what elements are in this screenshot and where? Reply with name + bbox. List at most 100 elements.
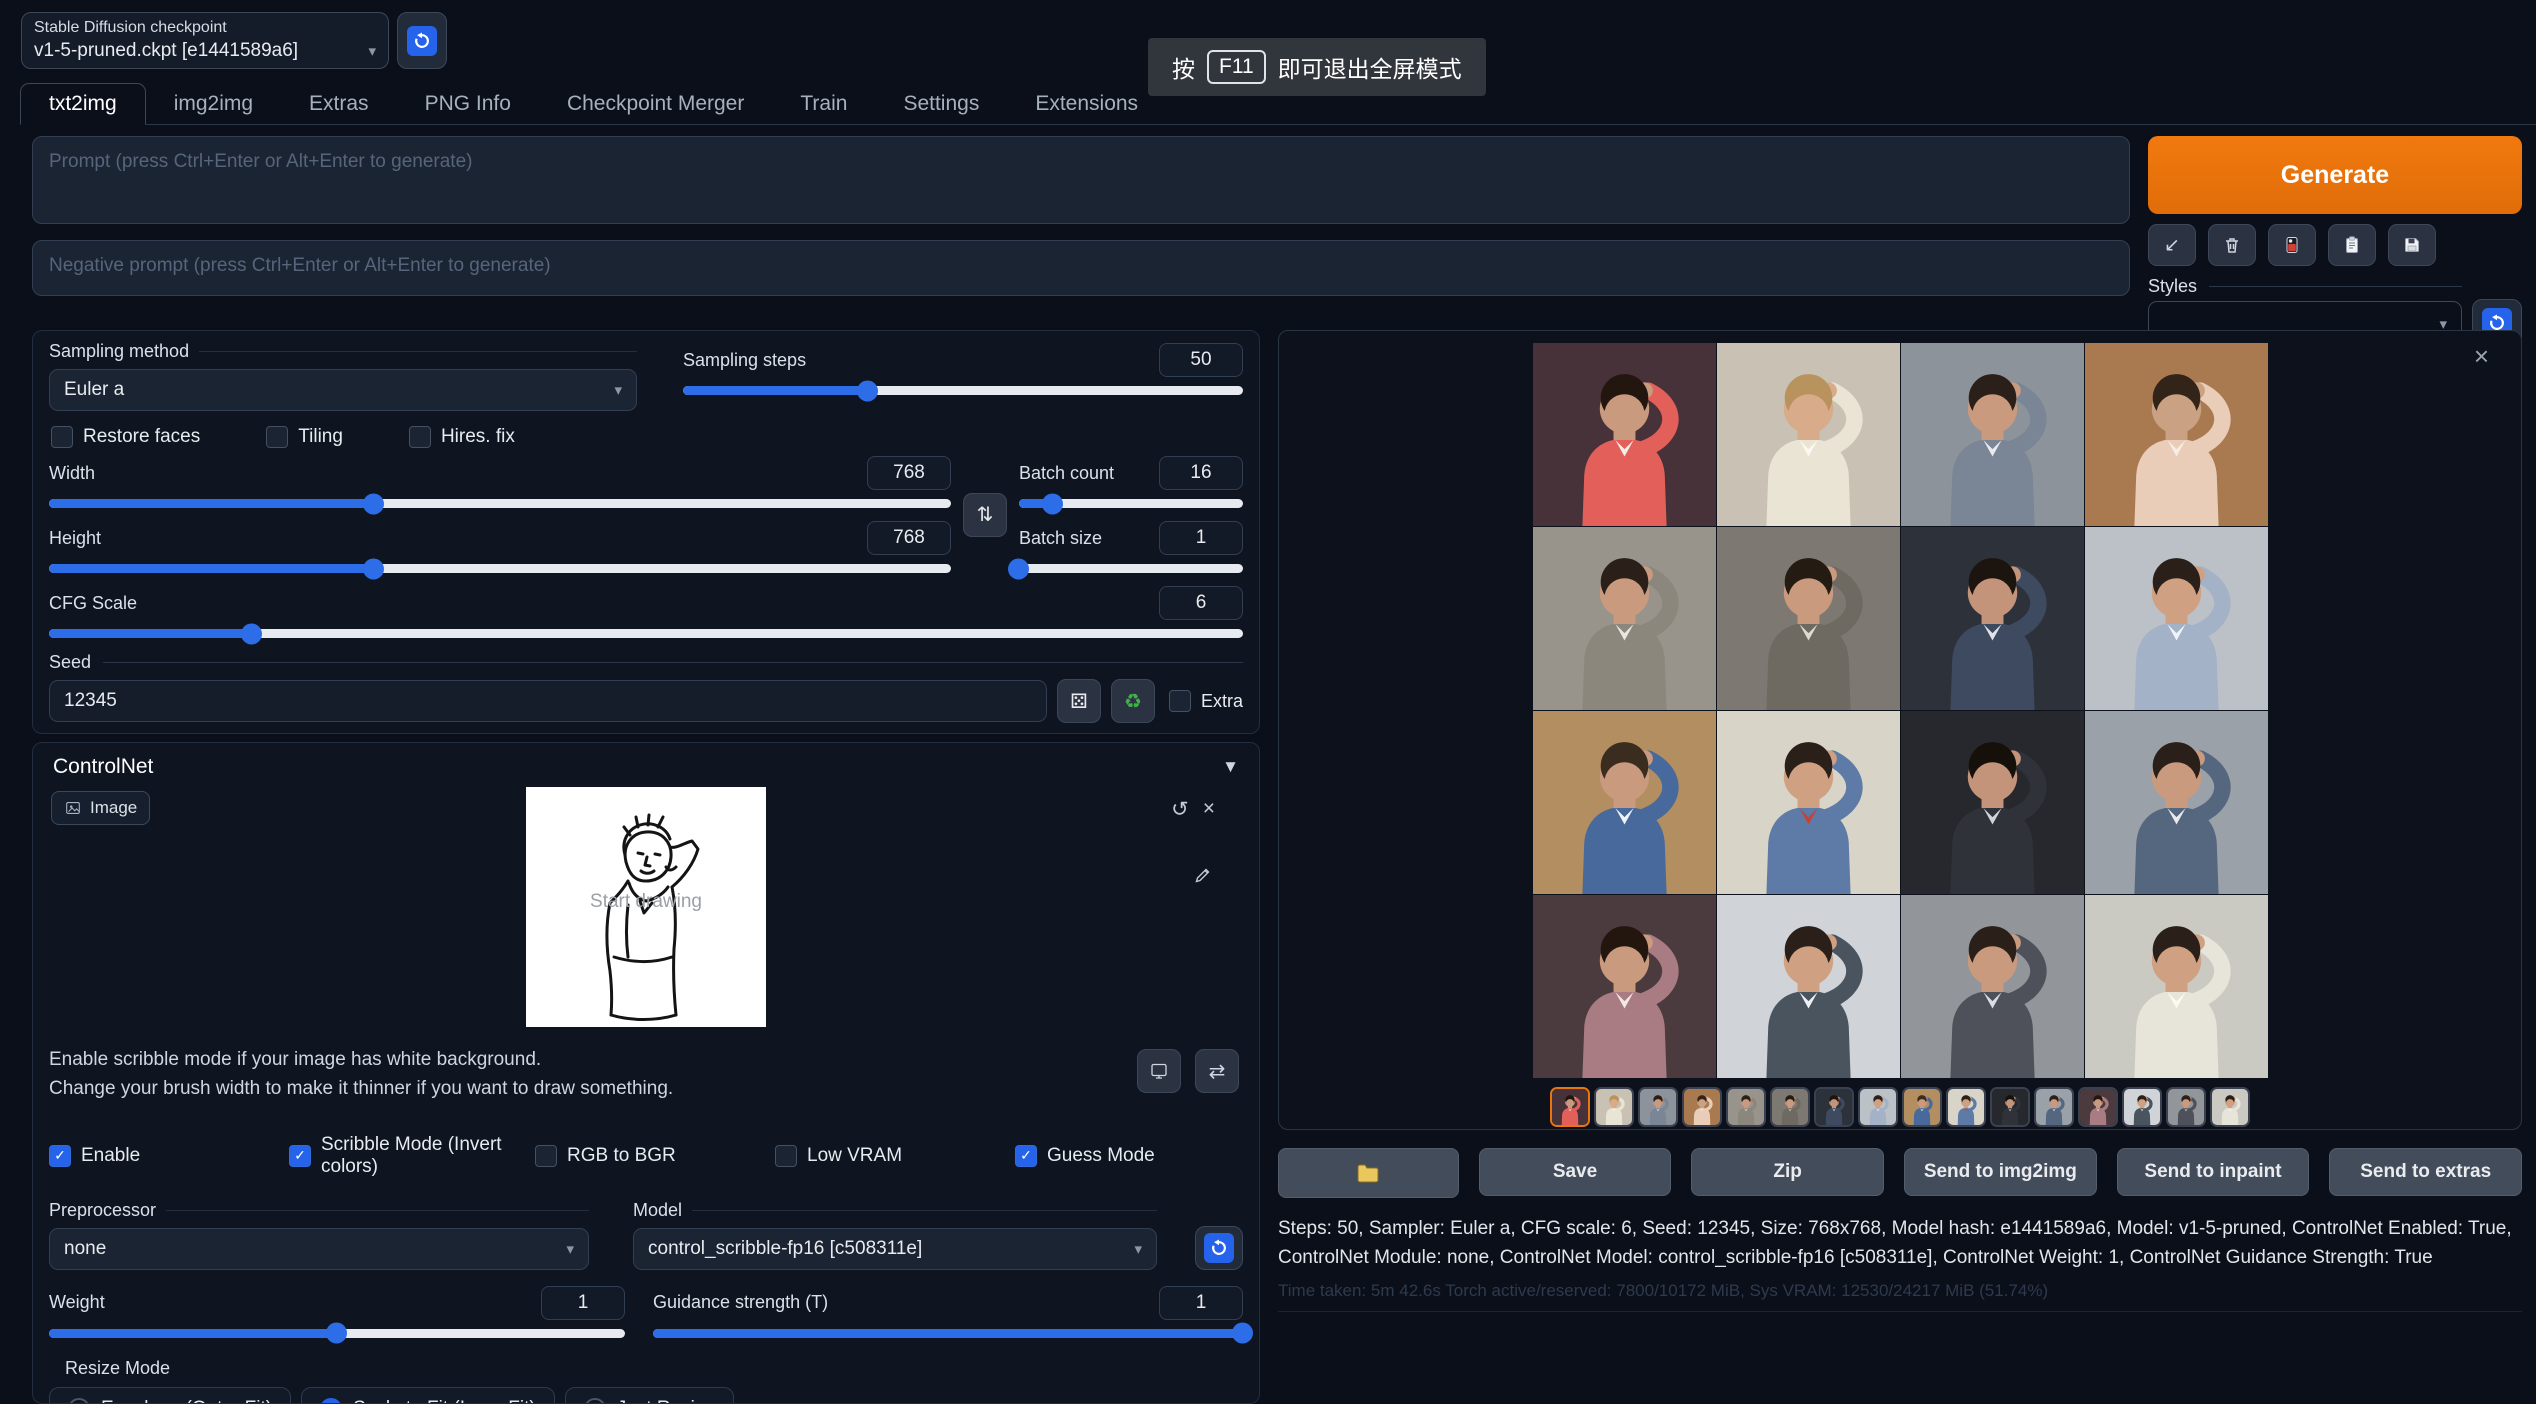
clear-prompt-button[interactable] — [2208, 224, 2256, 266]
gallery-image[interactable] — [1717, 711, 1900, 894]
weight-slider[interactable] — [49, 1329, 625, 1338]
gallery-image[interactable] — [2085, 711, 2268, 894]
gallery-image[interactable] — [2085, 343, 2268, 526]
checkbox[interactable] — [1015, 1145, 1037, 1167]
height-value[interactable]: 768 — [867, 521, 951, 555]
model-dropdown[interactable]: control_scribble-fp16 [c508311e] ▾ — [633, 1228, 1157, 1270]
gallery-thumbnail[interactable] — [2122, 1087, 2162, 1127]
swap-dimensions-button[interactable]: ⇅ — [963, 493, 1007, 537]
checkpoint-selector[interactable]: Stable Diffusion checkpoint v1-5-pruned.… — [21, 12, 389, 69]
gallery-image[interactable] — [1717, 527, 1900, 710]
resize-mode-just-resize[interactable]: Just Resize — [565, 1387, 734, 1404]
new-canvas-button[interactable] — [1137, 1049, 1181, 1093]
checkbox[interactable] — [535, 1145, 557, 1167]
hires-fix-checkbox[interactable]: Hires. fix — [409, 426, 515, 448]
preprocessor-dropdown[interactable]: none ▾ — [49, 1228, 589, 1270]
gallery-thumbnail[interactable] — [2078, 1087, 2118, 1127]
checkbox[interactable] — [51, 426, 73, 448]
batch-count-slider[interactable] — [1019, 499, 1243, 508]
gallery-image[interactable] — [1717, 343, 1900, 526]
send-to-extras-button[interactable]: Send to extras — [2329, 1148, 2522, 1196]
height-slider[interactable] — [49, 564, 951, 573]
checkbox[interactable] — [1169, 690, 1191, 712]
gallery-thumbnail[interactable] — [1682, 1087, 1722, 1127]
extra-networks-button[interactable] — [2268, 224, 2316, 266]
tab-settings[interactable]: Settings — [875, 84, 1007, 124]
tab-extras[interactable]: Extras — [281, 84, 397, 124]
radio[interactable] — [68, 1398, 90, 1404]
refresh-models-button[interactable] — [1195, 1226, 1243, 1270]
guidance-strength-slider[interactable] — [653, 1329, 1243, 1338]
webcam-mirror-button[interactable]: ⇄ — [1195, 1049, 1239, 1093]
gallery-thumbnail[interactable] — [2166, 1087, 2206, 1127]
guidance-strength-value[interactable]: 1 — [1159, 1286, 1243, 1320]
gallery-image[interactable] — [1533, 527, 1716, 710]
gallery-thumbnail[interactable] — [1638, 1087, 1678, 1127]
restore-faces-checkbox[interactable]: Restore faces — [51, 426, 200, 448]
gallery-image[interactable] — [1901, 527, 2084, 710]
batch-size-value[interactable]: 1 — [1159, 521, 1243, 555]
gallery-thumbnail[interactable] — [1946, 1087, 1986, 1127]
gallery-image[interactable] — [1533, 711, 1716, 894]
weight-value[interactable]: 1 — [541, 1286, 625, 1320]
apply-style-button[interactable] — [2328, 224, 2376, 266]
undo-button[interactable]: ↺ — [1171, 797, 1189, 822]
gallery-image[interactable] — [1901, 343, 2084, 526]
checkbox[interactable] — [266, 426, 288, 448]
gallery-image[interactable] — [2085, 895, 2268, 1078]
extra-seed-checkbox[interactable]: Extra — [1169, 690, 1243, 712]
gallery-image[interactable] — [1533, 895, 1716, 1078]
paste-params-button[interactable]: ↙ — [2148, 224, 2196, 266]
checkbox[interactable] — [49, 1145, 71, 1167]
send-to-img2img-button[interactable]: Send to img2img — [1904, 1148, 2097, 1196]
send-to-inpaint-button[interactable]: Send to inpaint — [2117, 1148, 2310, 1196]
gallery-image[interactable] — [1901, 711, 2084, 894]
save-button[interactable]: Save — [1479, 1148, 1672, 1196]
clear-image-button[interactable]: × — [1203, 797, 1215, 822]
random-seed-button[interactable]: ⚄ — [1057, 679, 1101, 723]
gallery-thumbnail[interactable] — [1770, 1087, 1810, 1127]
gallery-thumbnail[interactable] — [1902, 1087, 1942, 1127]
radio[interactable] — [584, 1398, 606, 1404]
radio[interactable] — [320, 1398, 342, 1404]
tab-checkpoint-merger[interactable]: Checkpoint Merger — [539, 84, 772, 124]
sampling-steps-slider[interactable] — [683, 386, 1243, 395]
negative-prompt-input[interactable] — [32, 240, 2130, 296]
reuse-seed-button[interactable]: ♻ — [1111, 679, 1155, 723]
brush-button[interactable] — [1193, 865, 1213, 885]
prompt-input[interactable] — [32, 136, 2130, 224]
guess-mode-checkbox[interactable]: Guess Mode — [1015, 1134, 1243, 1178]
checkbox[interactable] — [775, 1145, 797, 1167]
gallery-close-button[interactable]: × — [2474, 343, 2489, 369]
checkbox[interactable] — [289, 1145, 311, 1167]
tab-img2img[interactable]: img2img — [146, 84, 281, 124]
controlnet-enable-checkbox[interactable]: Enable — [49, 1134, 289, 1178]
gallery-image[interactable] — [1717, 895, 1900, 1078]
sampling-method-dropdown[interactable]: Euler a ▾ — [49, 369, 637, 411]
sampling-steps-value[interactable]: 50 — [1159, 343, 1243, 377]
resize-mode-envelope[interactable]: Envelope (Outer Fit) — [49, 1387, 291, 1404]
checkbox[interactable] — [409, 426, 431, 448]
image-tab[interactable]: Image — [51, 791, 150, 825]
gallery-image[interactable] — [1533, 343, 1716, 526]
gallery-thumbnail[interactable] — [1594, 1087, 1634, 1127]
gallery-thumbnail[interactable] — [1814, 1087, 1854, 1127]
gallery-thumbnail[interactable] — [2034, 1087, 2074, 1127]
scribble-mode-checkbox[interactable]: Scribble Mode (Invert colors) — [289, 1134, 535, 1178]
cfg-scale-value[interactable]: 6 — [1159, 586, 1243, 620]
gallery-thumbnail[interactable] — [1550, 1087, 1590, 1127]
scribble-canvas[interactable]: Start drawing — [526, 787, 766, 1027]
tiling-checkbox[interactable]: Tiling — [266, 426, 343, 448]
zip-button[interactable]: Zip — [1691, 1148, 1884, 1196]
gallery-image[interactable] — [1901, 895, 2084, 1078]
gallery-thumbnail[interactable] — [2210, 1087, 2250, 1127]
batch-count-value[interactable]: 16 — [1159, 456, 1243, 490]
low-vram-checkbox[interactable]: Low VRAM — [775, 1134, 1015, 1178]
save-style-button[interactable] — [2388, 224, 2436, 266]
seed-input[interactable]: 12345 — [49, 680, 1047, 722]
gallery-thumbnail[interactable] — [1726, 1087, 1766, 1127]
cfg-scale-slider[interactable] — [49, 629, 1243, 638]
tab-png-info[interactable]: PNG Info — [397, 84, 539, 124]
controlnet-accordion-header[interactable]: ControlNet ▼ — [49, 753, 1243, 787]
generate-button[interactable]: Generate — [2148, 136, 2522, 214]
